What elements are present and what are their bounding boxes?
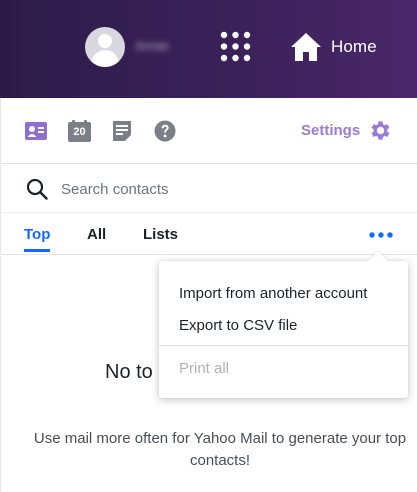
settings-button[interactable]: Settings	[301, 117, 393, 143]
tab-top[interactable]: Top	[24, 226, 51, 252]
apps-grid-icon[interactable]	[220, 31, 251, 62]
contact-tabs: Top All Lists	[0, 213, 417, 255]
more-options-menu: Import from another account Export to CS…	[159, 251, 408, 398]
search-icon	[26, 178, 48, 200]
menu-item-import[interactable]: Import from another account	[179, 285, 367, 302]
menu-divider	[159, 345, 408, 346]
home-label: Home	[331, 37, 377, 56]
home-button[interactable]: Home	[289, 28, 389, 66]
search-bar	[0, 165, 417, 213]
empty-state-message: Use mail more often for Yahoo Mail to ge…	[33, 430, 407, 469]
contacts-toolbar: 20 Settings	[0, 98, 417, 164]
menu-item-print-all: Print all	[179, 360, 230, 377]
app-header: Jonas Home	[0, 0, 417, 98]
tab-lists[interactable]: Lists	[143, 226, 178, 249]
contacts-card-icon[interactable]	[25, 120, 47, 142]
avatar-head	[98, 34, 112, 48]
avatar-body	[91, 50, 119, 67]
gear-icon	[371, 120, 390, 140]
tab-all[interactable]: All	[87, 226, 106, 249]
empty-state-title: No to	[105, 361, 153, 383]
home-icon	[291, 33, 321, 61]
search-input[interactable]	[61, 177, 391, 201]
more-options-icon[interactable]	[368, 230, 394, 240]
username[interactable]: Jonas	[134, 38, 178, 54]
settings-label: Settings	[301, 121, 361, 139]
calendar-icon[interactable]: 20	[68, 120, 91, 142]
avatar[interactable]	[85, 27, 125, 67]
menu-item-export-csv[interactable]: Export to CSV file	[179, 317, 297, 334]
help-icon[interactable]	[154, 120, 176, 142]
notepad-icon[interactable]	[112, 120, 132, 142]
calendar-day: 20	[73, 126, 86, 138]
